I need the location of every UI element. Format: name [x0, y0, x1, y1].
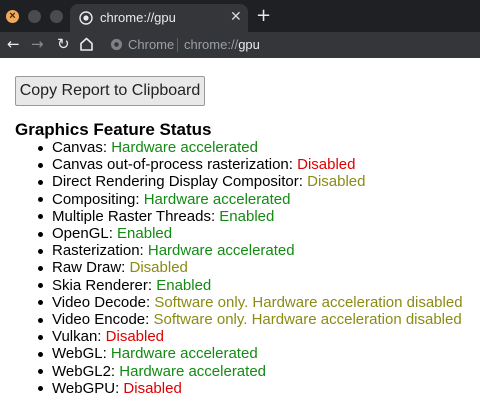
address-bar[interactable]: Chrome chrome://gpu — [104, 33, 480, 57]
feature-status: Disabled — [123, 379, 182, 397]
tab-chrome-gpu[interactable]: chrome://gpu ✕ — [70, 4, 248, 32]
tab-title: chrome://gpu — [100, 10, 176, 25]
window-close-button[interactable]: × — [6, 10, 19, 23]
feature-status: Hardware accelerated — [143, 190, 291, 208]
tab-close-icon[interactable]: ✕ — [230, 9, 242, 25]
feature-status: Hardware accelerated — [119, 362, 267, 380]
feature-name: WebGL2: — [52, 362, 120, 380]
list-item: Skia Renderer: Enabled — [38, 276, 463, 294]
feature-status: Software only. Hardware acceleration dis… — [153, 311, 462, 329]
feature-name: WebGPU: — [52, 379, 124, 397]
new-tab-icon[interactable]: + — [256, 6, 271, 26]
feature-name: Compositing: — [52, 190, 144, 208]
feature-status: Disabled — [307, 173, 366, 191]
list-item: Canvas: Hardware accelerated — [38, 139, 463, 156]
back-arrow-icon[interactable]: ← — [7, 35, 20, 53]
page-content: Copy Report to Clipboard Graphics Featur… — [0, 58, 480, 413]
toolbar: ← → ↻ Chrome chrome://gpu — [0, 32, 480, 58]
url-scheme: chrome:// — [184, 37, 239, 52]
feature-status: Hardware accelerated — [111, 139, 258, 156]
list-item: Video Decode: Software only. Hardware ac… — [38, 293, 463, 311]
omnibox-divider — [177, 38, 178, 52]
url-host: gpu — [238, 37, 260, 52]
feature-name: Direct Rendering Display Compositor: — [52, 173, 308, 191]
feature-name: Video Encode: — [52, 311, 154, 329]
home-icon[interactable] — [79, 36, 94, 52]
feature-status: Enabled — [156, 276, 212, 294]
list-item: WebGL2: Hardware accelerated — [38, 362, 463, 380]
feature-name: Raw Draw: — [52, 259, 130, 277]
feature-status: Disabled — [105, 328, 165, 346]
feature-name: Canvas: — [52, 139, 112, 156]
feature-name: Rasterization: — [52, 242, 148, 260]
list-item: Direct Rendering Display Compositor: Dis… — [38, 173, 463, 191]
feature-name: Vulkan: — [52, 328, 106, 346]
feature-status-list: Canvas: Hardware accelerated Canvas out-… — [0, 139, 463, 397]
window-minimize-button[interactable] — [28, 10, 41, 23]
window-maximize-button[interactable] — [50, 10, 63, 23]
feature-status: Software only. Hardware acceleration dis… — [154, 293, 463, 311]
feature-name: Skia Renderer: — [52, 276, 157, 294]
list-item: Raw Draw: Disabled — [38, 259, 463, 277]
chrome-logo-icon — [110, 38, 123, 51]
list-item: WebGPU: Disabled — [38, 379, 463, 397]
omnibox-chip: Chrome — [128, 37, 175, 52]
list-item: WebGL: Hardware accelerated — [38, 345, 463, 363]
feature-status: Enabled — [219, 207, 275, 225]
reload-icon[interactable]: ↻ — [57, 35, 70, 53]
list-item: OpenGL: Enabled — [38, 225, 463, 243]
list-item: Multiple Raster Threads: Enabled — [38, 207, 463, 225]
feature-name: OpenGL: — [52, 225, 118, 243]
list-item: Compositing: Hardware accelerated — [38, 190, 463, 208]
feature-name: Canvas out-of-process rasterization: — [52, 156, 298, 174]
section-title: Graphics Feature Status — [15, 120, 212, 139]
list-item: Canvas out-of-process rasterization: Dis… — [38, 156, 463, 174]
forward-arrow-icon[interactable]: → — [31, 35, 44, 53]
list-item: Vulkan: Disabled — [38, 328, 463, 346]
globe-icon — [79, 11, 93, 25]
feature-status: Hardware accelerated — [110, 345, 258, 363]
feature-name: Multiple Raster Threads: — [52, 207, 220, 225]
feature-status: Enabled — [117, 225, 173, 243]
list-item: Video Encode: Software only. Hardware ac… — [38, 311, 463, 329]
url-text[interactable]: chrome://gpu — [184, 37, 260, 52]
copy-report-button[interactable]: Copy Report to Clipboard — [15, 76, 205, 106]
list-item: Rasterization: Hardware accelerated — [38, 242, 463, 260]
tab-strip: × chrome://gpu ✕ + — [0, 0, 480, 32]
feature-name: WebGL: — [52, 345, 111, 363]
feature-status: Disabled — [297, 156, 356, 174]
feature-status: Hardware accelerated — [147, 242, 295, 260]
close-icon: × — [9, 10, 16, 22]
feature-status: Disabled — [129, 259, 188, 277]
feature-name: Video Decode: — [52, 293, 155, 311]
